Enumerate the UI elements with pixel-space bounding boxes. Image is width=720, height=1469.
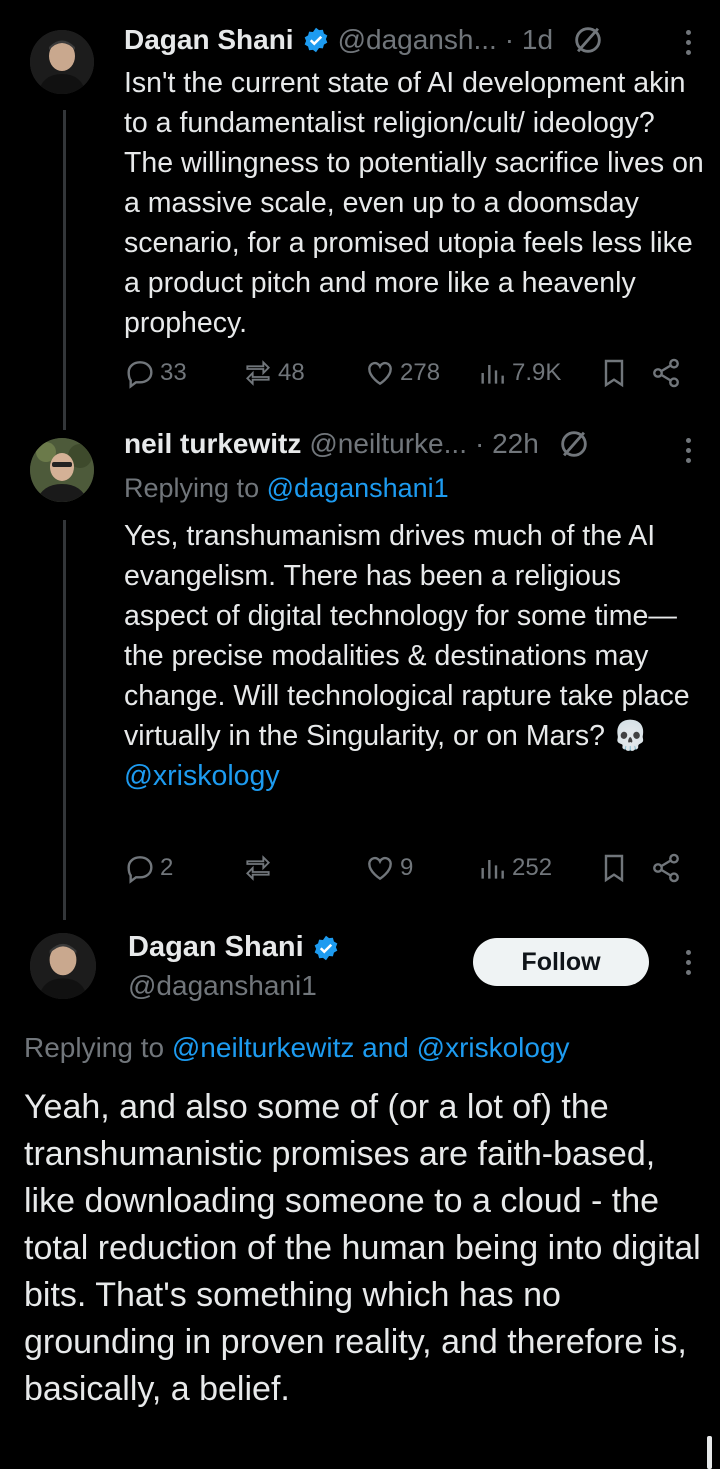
views-count: 7.9K (512, 359, 562, 386)
like-icon (368, 856, 392, 881)
views-button[interactable]: 7.9K (476, 357, 561, 389)
main-author: Dagan Shani (128, 931, 340, 964)
avatar[interactable] (30, 933, 96, 999)
reply-count: 33 (160, 359, 187, 386)
tweet-text: Isn't the current state of AI developmen… (124, 67, 704, 339)
reply-button[interactable]: 33 (124, 357, 187, 389)
more-icon[interactable] (678, 942, 698, 982)
main-tweet-text: Yeah, and also some of (or a lot of) the… (24, 1088, 701, 1408)
share-button[interactable] (650, 357, 682, 389)
reply-icon (127, 856, 153, 884)
tweet-actions: 33 48 278 7.9K (124, 357, 694, 397)
replying-to-link[interactable]: @xriskology (417, 1032, 570, 1063)
author-name[interactable]: Dagan Shani (128, 931, 304, 964)
repost-count: 48 (278, 359, 305, 386)
share-icon (653, 853, 679, 883)
author-name[interactable]: neil turkewitz (124, 428, 301, 460)
thread-line (63, 110, 66, 430)
bookmark-icon (604, 854, 624, 883)
replying-prefix: Replying to (24, 1032, 165, 1063)
views-icon (481, 860, 504, 879)
share-button[interactable] (650, 852, 682, 884)
grok-icon[interactable] (571, 23, 605, 57)
repost-button[interactable] (242, 852, 278, 884)
bookmark-button[interactable] (598, 852, 630, 884)
replying-prefix: Replying to (124, 473, 260, 503)
views-count: 252 (512, 854, 553, 881)
author-name[interactable]: Dagan Shani (124, 24, 294, 56)
more-icon[interactable] (678, 430, 698, 470)
verified-icon (314, 935, 337, 960)
more-icon[interactable] (678, 22, 698, 62)
repost-icon (246, 360, 270, 386)
like-icon (368, 361, 392, 386)
author-handle[interactable]: @neilturke... (309, 428, 467, 460)
bookmark-icon (604, 359, 624, 388)
replying-to: Replying to @neilturkewitz and @xriskolo… (24, 1032, 570, 1064)
like-count: 9 (400, 854, 414, 881)
tweet-text-body: Yes, transhumanism drives much of the AI… (124, 520, 690, 752)
thread-line (63, 520, 66, 920)
reply-icon (127, 361, 153, 389)
repost-icon (246, 855, 270, 881)
replying-to-link[interactable]: @neilturkewitz (172, 1032, 354, 1063)
views-icon (481, 365, 504, 384)
author-handle[interactable]: @daganshani1 (128, 970, 317, 1002)
replying-and: and (362, 1032, 409, 1063)
tweet-text: Yes, transhumanism drives much of the AI… (124, 516, 704, 796)
avatar[interactable] (30, 438, 94, 502)
author-handle[interactable]: @dagansh... (338, 24, 497, 56)
reply-button[interactable]: 2 (124, 852, 173, 884)
mention-link[interactable]: @xriskology (124, 760, 280, 792)
grok-icon[interactable] (557, 427, 591, 461)
main-author-handle: @daganshani1 (128, 970, 317, 1002)
tweet-header: Dagan Shani @dagansh... · 1d (124, 23, 605, 57)
reply-count: 2 (160, 854, 174, 881)
avatar[interactable] (30, 30, 94, 94)
tweet-header: neil turkewitz @neilturke... · 22h (124, 427, 591, 461)
views-button[interactable]: 252 (476, 852, 552, 884)
repost-button[interactable]: 48 (242, 357, 305, 389)
scrollbar[interactable] (707, 1436, 712, 1469)
replying-to-link[interactable]: @daganshani1 (267, 473, 449, 503)
like-count: 278 (400, 359, 441, 386)
replying-to: Replying to @daganshani1 (124, 473, 449, 504)
tweet-actions: 2 9 252 (124, 852, 694, 892)
timestamp[interactable]: · 1d (505, 24, 553, 56)
like-button[interactable]: 9 (364, 852, 413, 884)
timestamp[interactable]: · 22h (475, 428, 539, 460)
follow-button[interactable]: Follow (473, 938, 649, 986)
verified-icon (304, 27, 327, 53)
share-icon (653, 358, 679, 388)
bookmark-button[interactable] (598, 357, 630, 389)
like-button[interactable]: 278 (364, 357, 440, 389)
